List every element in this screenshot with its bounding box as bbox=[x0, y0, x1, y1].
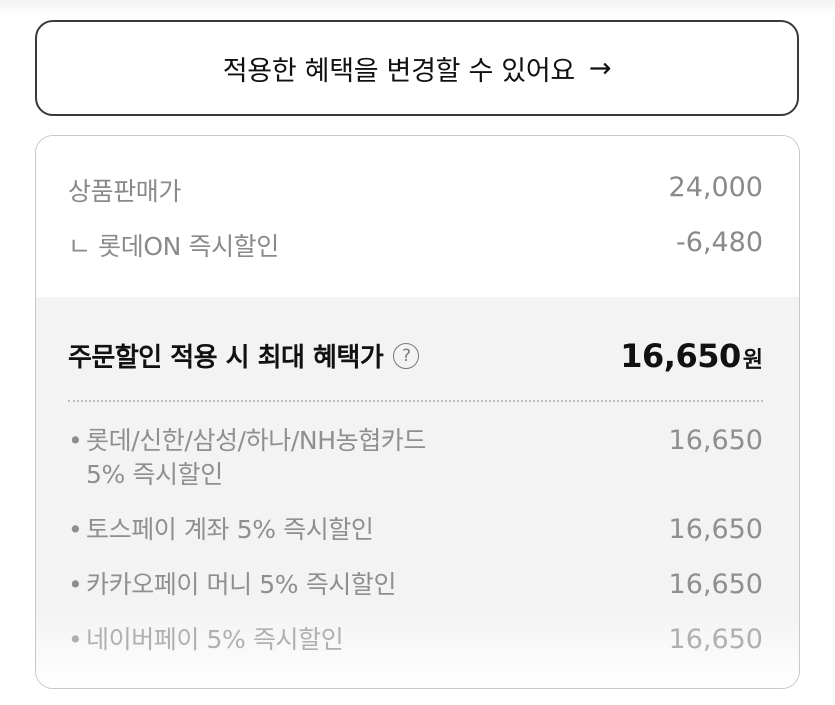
max-benefit-price-unit: 원 bbox=[742, 348, 763, 373]
benefit-item-label: • 토스페이 계좌 5% 즉시할인 bbox=[68, 513, 374, 547]
bullet: • bbox=[68, 515, 83, 544]
product-price-label: 상품판매가 bbox=[68, 177, 182, 206]
bullet: • bbox=[68, 426, 83, 455]
benefit-item: • 토스페이 계좌 5% 즉시할인 16,650 bbox=[68, 513, 763, 547]
benefit-item: • 네이버페이 5% 즉시할인 16,650 bbox=[68, 623, 763, 657]
max-benefit-price-value: 16,650 bbox=[620, 337, 741, 375]
lotte-on-discount-row: ㄴ 롯데ON 즉시할인 -6,480 bbox=[68, 227, 763, 263]
benefit-item-text: 롯데/신한/삼성/하나/NH농협카드 5% 즉시할인 bbox=[86, 424, 426, 492]
lotte-on-discount-label: ㄴ 롯데ON 즉시할인 bbox=[68, 232, 279, 261]
max-benefit-label: 주문할인 적용 시 최대 혜택가 bbox=[68, 343, 384, 373]
benefit-item-value: 16,650 bbox=[668, 514, 763, 545]
max-benefit-heading: 주문할인 적용 시 최대 혜택가 ? bbox=[68, 337, 420, 374]
benefit-item-text-line1: 롯데/신한/삼성/하나/NH농협카드 bbox=[86, 426, 426, 455]
arrow-right-icon: → bbox=[588, 52, 612, 84]
benefit-item-label: • 롯데/신한/삼성/하나/NH농협카드 5% 즉시할인 bbox=[68, 424, 426, 492]
price-summary-card: 상품판매가 24,000 ㄴ 롯데ON 즉시할인 -6,480 주문할인 적용 … bbox=[35, 135, 800, 689]
benefit-item-value: 16,650 bbox=[668, 624, 763, 655]
benefit-item: • 카카오페이 머니 5% 즉시할인 16,650 bbox=[68, 568, 763, 602]
change-benefit-button[interactable]: 적용한 혜택을 변경할 수 있어요 → bbox=[35, 20, 799, 116]
lotte-on-discount-value: -6,480 bbox=[675, 227, 763, 258]
question-circle-icon[interactable]: ? bbox=[393, 342, 420, 369]
benefit-item-label: • 카카오페이 머니 5% 즉시할인 bbox=[68, 568, 397, 602]
top-fade bbox=[0, 0, 835, 18]
dotted-divider bbox=[68, 400, 763, 402]
benefit-item-value: 16,650 bbox=[668, 569, 763, 600]
product-price-value: 24,000 bbox=[668, 172, 763, 203]
benefit-item: • 롯데/신한/삼성/하나/NH농협카드 5% 즉시할인 16,650 bbox=[68, 424, 763, 492]
benefit-item-label: • 네이버페이 5% 즉시할인 bbox=[68, 623, 344, 657]
product-price-row: 상품판매가 24,000 bbox=[68, 172, 763, 208]
benefit-item-text: 토스페이 계좌 5% 즉시할인 bbox=[86, 515, 374, 544]
max-benefit-price: 16,650 원 bbox=[620, 337, 763, 375]
benefit-item-value: 16,650 bbox=[668, 425, 763, 456]
benefit-item-text: 네이버페이 5% 즉시할인 bbox=[86, 625, 344, 654]
price-summary-top bbox=[36, 136, 799, 297]
benefit-item-text: 카카오페이 머니 5% 즉시할인 bbox=[86, 570, 397, 599]
bullet: • bbox=[68, 570, 83, 599]
max-benefit-row: 주문할인 적용 시 최대 혜택가 ? 16,650 원 bbox=[68, 337, 763, 375]
bullet: • bbox=[68, 625, 83, 654]
change-benefit-label: 적용한 혜택을 변경할 수 있어요 bbox=[222, 55, 575, 87]
benefit-item-text-line2: 5% 즉시할인 bbox=[86, 460, 223, 489]
